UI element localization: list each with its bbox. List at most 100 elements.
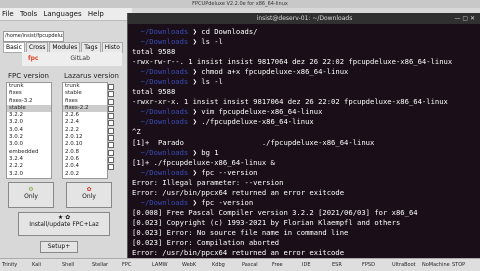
fpc-version-item[interactable]: 3.0.2 [7,134,51,141]
fpc-version-list[interactable]: trunk fixes fixes-3.2 stable 3.2.2 3.2.0 3.0.4… [6,82,52,179]
lazarus-version-item[interactable]: 2.0.8 [63,149,107,156]
terminal-line: total 9588 [132,47,478,57]
lazarus-version-item[interactable]: 2.2.6 [63,112,107,119]
taskbar-item[interactable]: Trinity [2,260,29,270]
fpc-version-item[interactable]: embedded [7,149,51,156]
lazarus-version-item[interactable]: 2.2.4 [63,119,107,126]
lazarus-version-item[interactable]: stable [63,90,107,97]
line-text: vim fpcupdeluxe-x86_64-linux [201,107,323,117]
taskbar-item[interactable]: Kdbg [212,260,239,270]
terminal-line: ~/Downloads ❯ chmod a+x fpcupdeluxe-x86_… [132,67,478,77]
option-checkbox[interactable] [108,135,126,142]
fpc-version-item[interactable]: 3.0.4 [7,127,51,134]
line-text: fpc -version [201,197,254,207]
terminal-line: ~/Downloads ❯ ls -l [132,77,478,87]
taskbar-item[interactable]: Kali [32,260,59,270]
option-checkbox[interactable] [108,142,126,149]
install-path-field[interactable]: /home/insist/fpcupdelux [3,31,64,42]
option-checkbox[interactable] [108,113,126,120]
menu-tools[interactable]: Tools [18,8,39,20]
taskbar-item[interactable]: NoMachine [422,260,450,270]
tab-bar: Basic Cross Modules Tags Histo [3,42,127,53]
taskbar-item[interactable]: IDE [302,260,329,270]
terminal-window[interactable]: insist@deserv-01: ~/Downloads — ▢ ✕ ~/Do… [127,13,480,258]
lazarus-version-item[interactable]: fixes-2.2 [63,104,107,113]
line-text: fpc --version [201,167,258,177]
fpc-gear-icon: ⚙ [28,186,34,193]
install-update-button[interactable]: ★ ✿ Install/update FPC+Laz [18,212,110,236]
lazarus-version-item[interactable]: 2.0.4 [63,163,107,170]
menu-help[interactable]: Help [86,8,106,20]
option-checkbox[interactable] [108,127,126,135]
fpc-version-item[interactable]: 3.0.0 [7,141,51,148]
option-checkbox[interactable] [108,164,126,171]
menu-bar: File Tools Languages Help [0,8,132,21]
option-checkbox[interactable] [108,105,126,113]
taskbar-item[interactable]: Free [272,260,299,270]
option-checkbox[interactable] [108,120,126,127]
fpc-version-item[interactable]: stable [7,104,51,113]
terminal-output[interactable]: ~/Downloads ❯ cd Downloads/ ~/Downloads … [132,27,478,258]
fpc-only-button[interactable]: ⚙ Only [8,182,54,208]
lazarus-version-item[interactable]: 2.0.0 [63,178,107,179]
terminal-line: [0.023] Copyright (c) 1993-2021 by Flori… [132,218,478,228]
taskbar-item[interactable]: STOP [452,260,479,270]
fpc-version-item[interactable]: 3.2.2 [7,112,51,119]
taskbar-item[interactable]: Stellar [92,260,119,270]
lazarus-version-item[interactable]: trunk [63,83,107,90]
fpc-version-item[interactable]: trunk [7,83,51,90]
taskbar-item[interactable]: WebK [182,260,209,270]
fpc-version-item[interactable]: fixes [7,90,51,97]
install-update-label: Install/update FPC+Laz [29,221,99,228]
lazarus-only-button[interactable]: ✿ Only [66,182,112,208]
prompt-glyph: ~/Downloads [132,77,193,87]
lazarus-version-item[interactable]: 2.0.2 [63,171,107,178]
terminal-line: ~/Downloads ❯ bg 1 [132,148,478,158]
option-checkbox[interactable] [108,84,126,91]
fpc-version-item[interactable]: 2.2.2 [7,163,51,170]
install-icon: ★ ✿ [57,214,71,221]
menu-file[interactable]: File [0,8,16,20]
fpc-version-item[interactable]: 3.2.0 [7,171,51,178]
taskbar-item[interactable]: LAMW [152,260,179,270]
fpc-version-item[interactable]: 3.2.4 [7,156,51,163]
line-text: Error: /usr/bin/ppcx64 returned an error… [132,187,345,197]
taskbar-item[interactable]: FPC [122,260,149,270]
lazarus-version-item[interactable]: 2.0.6 [63,156,107,163]
option-checkbox[interactable] [108,149,126,157]
prompt-glyph: ~/Downloads [132,197,193,207]
taskbar-item[interactable]: FPSD [362,260,389,270]
line-text: [0.023] Error: Compilation aborted [132,237,280,247]
menu-languages[interactable]: Languages [41,8,83,20]
fpc-version-item[interactable]: 2.0.0 [7,178,51,179]
prompt-glyph: ~/Downloads [132,147,193,157]
option-checkbox[interactable] [108,91,126,98]
lazarus-version-item[interactable]: 2.0.12 [63,134,107,141]
terminal-line: ~/Downloads ❯ cd Downloads/ [132,27,478,37]
terminal-line: ~/Downloads ❯ fpc -version [132,198,478,208]
taskbar-item[interactable]: UltraBoot [392,260,419,270]
terminal-line: total 9588 [132,87,478,97]
line-text: [1]+ ./fpcupdeluxe-x86_64-linux & [132,157,275,167]
prompt-arrow-icon: ❯ [192,67,202,77]
terminal-line: [1]+ Parado ./fpcupdeluxe-x86_64-linux [132,138,478,148]
taskbar-item[interactable]: Shell [62,260,89,270]
option-checkbox[interactable] [108,156,126,164]
window-controls-icon[interactable]: — ▢ ✕ [454,13,475,24]
lazarus-version-item[interactable]: fixes [63,98,107,105]
terminal-line: ~/Downloads ❯ ls -l [132,37,478,47]
logo-banner: fpc GitLab [22,52,122,66]
fpc-version-item[interactable]: fixes-3.2 [7,98,51,105]
fpc-version-item[interactable]: 3.2.0 [7,119,51,126]
lazarus-version-item[interactable]: 2.2.2 [63,127,107,134]
line-text: ./fpcupdeluxe-x86_64-linux [201,117,314,127]
terminal-line: ~/Downloads ❯ ./fpcupdeluxe-x86_64-linux [132,117,478,127]
option-checkbox[interactable] [108,98,126,106]
setup-button[interactable]: Setup+ [40,241,78,253]
taskbar-item[interactable]: Pascal [242,260,269,270]
lazarus-version-list[interactable]: trunk stable fixes fixes-2.2 2.2.6 2.2.4 2.2.2… [62,82,108,179]
terminal-line: -rwx-rw-r--. 1 insist insist 9817064 dez… [132,57,478,67]
prompt-glyph: ~/Downloads [132,167,193,177]
taskbar-item[interactable]: ESR [332,260,359,270]
lazarus-version-item[interactable]: 2.0.10 [63,141,107,148]
